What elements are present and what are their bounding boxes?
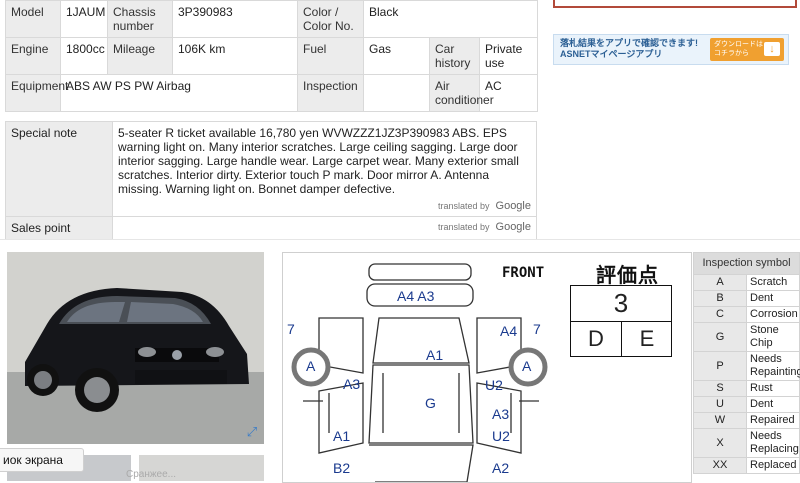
- air-conditioner-label: Air conditioner: [429, 74, 494, 112]
- legend-code: S: [693, 380, 747, 397]
- translation-credit: translated by Google: [118, 200, 531, 212]
- special-note-cell: 5-seater R ticket available 16,780 yen W…: [112, 121, 537, 217]
- app-download-banner[interactable]: 落札結果をアプリで確認できます! ASNETマイページアプリ ダウンロードは コ…: [553, 34, 789, 65]
- banner-line-1: 落札結果をアプリで確認できます!: [560, 38, 698, 48]
- sales-point-label: Sales point: [5, 216, 113, 240]
- model-value: 1JAUM: [60, 0, 108, 38]
- special-note-label: Special note: [5, 121, 113, 217]
- google-logo: Google: [495, 200, 531, 212]
- screenshot-tooltip: иок экрана: [0, 448, 84, 472]
- legend-name: Corrosion: [746, 306, 800, 323]
- legend-name: Replaced: [746, 457, 800, 474]
- inspection-symbol-legend: Inspection symbol A Scratch B Dent C Corros…: [693, 252, 800, 474]
- grade-title: 評価点: [596, 265, 659, 287]
- damage-mark: A4: [500, 323, 518, 339]
- legend-title: Inspection symbol: [693, 252, 800, 275]
- damage-mark: A1: [426, 347, 444, 363]
- interior-grade: D: [571, 322, 622, 356]
- legend-code: P: [693, 351, 747, 381]
- google-logo: Google: [495, 221, 531, 233]
- translated-by-text: translated by: [437, 222, 490, 232]
- legend-code: W: [693, 412, 747, 429]
- translation-credit-2: translated by Google: [118, 221, 531, 233]
- legend-name: Needs Replacing: [746, 428, 800, 458]
- legend-code: C: [693, 306, 747, 323]
- result-panel-frame: [553, 0, 797, 8]
- color-label: Color / Color No.: [297, 0, 364, 38]
- expand-icon[interactable]: ⤢: [244, 424, 260, 440]
- damage-mark: 7: [533, 321, 541, 337]
- car-image: [7, 252, 264, 444]
- damage-mark: 7: [287, 321, 295, 337]
- damage-mark: U2: [492, 428, 510, 444]
- legend-code: B: [693, 290, 747, 307]
- inspection-label: Inspection: [297, 74, 364, 112]
- legend-code: X: [693, 428, 747, 458]
- section-divider: [0, 239, 800, 240]
- legend-name: Repaired: [746, 412, 800, 429]
- translated-by-text: translated by: [437, 201, 490, 211]
- fuel-label: Fuel: [297, 37, 364, 75]
- damage-mark: U2: [485, 377, 503, 393]
- banner-line-2: ASNETマイページアプリ: [560, 49, 663, 59]
- car-history-label: Car history: [429, 37, 480, 75]
- mileage-value: 106K km: [172, 37, 298, 75]
- legend-name: Dent: [746, 396, 800, 413]
- inspection-value: [363, 74, 430, 112]
- engine-label: Engine: [5, 37, 61, 75]
- legend-code: A: [693, 274, 747, 291]
- equipment-value: ABS AW PS PW Airbag: [60, 74, 298, 112]
- legend-name: Rust: [746, 380, 800, 397]
- legend-name: Scratch: [746, 274, 800, 291]
- damage-mark: A1: [333, 428, 351, 444]
- damage-mark: A2: [492, 460, 510, 476]
- special-note-text: 5-seater R ticket available 16,780 yen W…: [118, 126, 519, 196]
- legend-name: Needs Repainting: [746, 351, 800, 381]
- legend-code: XX: [693, 457, 747, 474]
- damage-mark: A4 A3: [397, 288, 435, 304]
- color-value: Black: [362, 0, 539, 38]
- chassis-value: 3P390983: [172, 0, 298, 38]
- mileage-label: Mileage: [107, 37, 173, 75]
- damage-mark: B2: [333, 460, 351, 476]
- legend-name: Stone Chip: [746, 322, 800, 352]
- inspection-sheet: FRONT 評価点 3 D E A4 A3 A4 7 7 A1 A A A3 U…: [282, 252, 692, 483]
- grade-box: 3 D E: [570, 285, 672, 357]
- model-label: Model: [5, 0, 61, 38]
- exterior-grade: E: [639, 326, 655, 351]
- fuel-value: Gas: [363, 37, 430, 75]
- legend-code: G: [693, 322, 747, 352]
- car-photo[interactable]: ⤢: [7, 252, 264, 444]
- chassis-label: Chassis number: [107, 0, 173, 38]
- damage-mark: A: [306, 358, 316, 374]
- vehicle-spec-table: Model 1JAUM Chassis number 3P390983 Colo…: [5, 0, 539, 112]
- legend-name: Dent: [746, 290, 800, 307]
- overall-grade: 3: [571, 286, 671, 322]
- sales-point-cell: translated by Google: [112, 216, 537, 240]
- car-history-value: Private use: [478, 37, 539, 75]
- obscured-caption: Сранжее...: [126, 469, 177, 480]
- damage-mark: A3: [343, 376, 361, 392]
- download-button[interactable]: ダウンロードは コチラから ↓: [710, 38, 784, 61]
- download-icon: ↓: [764, 42, 780, 56]
- equipment-label: Equipment: [5, 74, 68, 112]
- notes-table: Special note 5-seater R ticket available…: [5, 121, 537, 240]
- front-label: FRONT: [502, 265, 545, 281]
- legend-code: U: [693, 396, 747, 413]
- damage-mark: A3: [492, 406, 510, 422]
- engine-value: 1800cc: [60, 37, 108, 75]
- damage-mark: A: [522, 358, 532, 374]
- banner-text: 落札結果をアプリで確認できます! ASNETマイページアプリ: [560, 38, 698, 60]
- damage-mark: G: [425, 395, 436, 411]
